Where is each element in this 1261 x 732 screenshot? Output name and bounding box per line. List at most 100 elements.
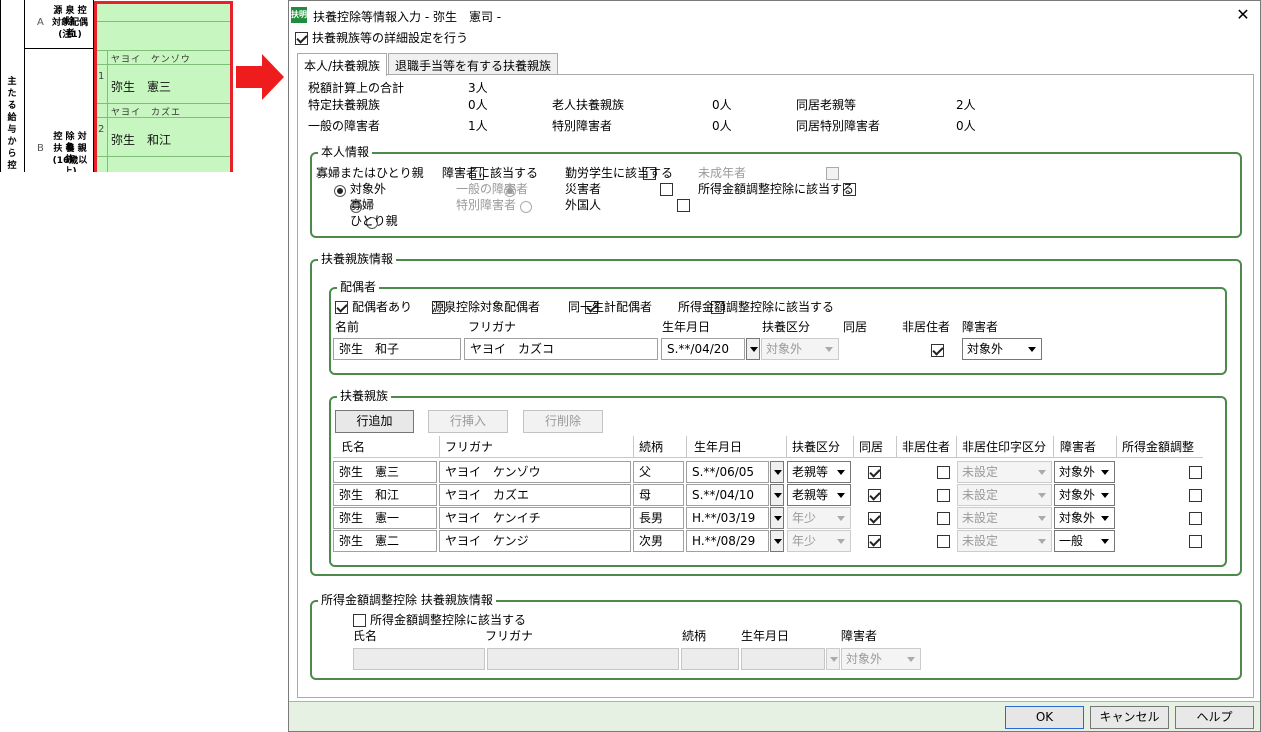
widow-radio-none[interactable] [334,184,346,197]
summary-value: 0人 [712,119,732,133]
dep-kubun-select[interactable]: 年少 [787,530,851,552]
dep-kubun-select[interactable]: 年少 [787,507,851,529]
tab-honnin-fuyo[interactable]: 本人/扶養親族 [297,53,387,76]
dep-rel-input[interactable]: 父 [633,461,684,483]
dep-hikyojuu-checkbox[interactable] [936,466,950,479]
spouse-doukyo-checkbox[interactable] [931,344,945,357]
help-button[interactable]: ヘルプ [1175,706,1254,729]
dep-rel-input[interactable]: 長男 [633,507,684,529]
spouse-shougai-select[interactable]: 対象外 [962,338,1042,360]
income-adj-checkbox-label: 所得金額調整控除に該当する [370,613,527,627]
dep-shougai-select[interactable]: 対象外 [1054,507,1115,529]
detail-settings-checkbox[interactable] [295,32,308,45]
add-row-button[interactable]: 行追加 [335,410,414,433]
spouse-name-input[interactable]: 弥生 和子 [333,338,461,360]
income-adj-rel-input[interactable] [681,648,739,670]
dep-dob-input[interactable]: S.**/04/10 [686,484,769,506]
income-adj-name-input[interactable] [353,648,485,670]
dep-kana-input[interactable]: ヤヨイ ケンゾウ [439,461,631,483]
spouse-kana-input[interactable]: ヤヨイ カズコ [464,338,658,360]
income-adj-kana-input[interactable] [487,648,679,670]
dep-name-input[interactable]: 弥生 憲一 [333,507,437,529]
dep-hikyojuu-checkbox[interactable] [936,535,950,548]
disabled-option-label: 特別障害者 [456,198,517,212]
dep-name-input[interactable]: 弥生 憲二 [333,530,437,552]
dep-print-select[interactable]: 未設定 [957,507,1052,529]
dep-dob-dropdown-button[interactable] [770,484,784,506]
form-entry-kana: ヤヨイ カズエ [111,108,182,118]
spouse-exists-checkbox[interactable] [335,301,348,314]
title-bar[interactable]: 扶明 扶養控除等情報入力 - 弥生 憲司 - ✕ [289,1,1260,29]
income-adj-header-shougai: 障害者 [841,629,878,643]
student-label: 勤労学生に該当する [565,166,674,180]
spouse-flag-label: 同一生計配偶者 [568,300,653,314]
dep-doukyo-checkbox[interactable] [868,466,881,479]
dep-dob-dropdown-button[interactable] [770,461,784,483]
dep-rel-input[interactable]: 母 [633,484,684,506]
income-adj-dob-dropdown-button[interactable] [826,648,840,670]
dep-adj-checkbox[interactable] [1188,512,1202,525]
dep-doukyo-checkbox[interactable] [868,512,881,525]
foreigner-checkbox[interactable] [676,199,690,212]
dep-name-input[interactable]: 弥生 憲三 [333,461,437,483]
table-row: 弥生 憲三 ヤヨイ ケンゾウ 父 S.**/06/05 老親等 未設定 対象外 [333,461,1203,483]
dep-doukyo-checkbox[interactable] [868,489,881,502]
dep-print-select[interactable]: 未設定 [957,461,1052,483]
dep-kana-input[interactable]: ヤヨイ ケンイチ [439,507,631,529]
dep-kubun-select[interactable]: 老親等 [787,461,851,483]
dep-dob-input[interactable]: H.**/03/19 [686,507,769,529]
ok-button[interactable]: OK [1005,706,1084,729]
dep-name-input[interactable]: 弥生 和江 [333,484,437,506]
spouse-dob-dropdown-button[interactable] [746,338,760,360]
spouse-header-doukyo: 同居 [843,320,868,334]
dep-shougai-select[interactable]: 対象外 [1054,484,1115,506]
app-icon: 扶明 [291,7,307,23]
dep-rel-input[interactable]: 次男 [633,530,684,552]
dep-adj-checkbox[interactable] [1188,535,1202,548]
dep-print-select[interactable]: 未設定 [957,484,1052,506]
dep-dob-dropdown-button[interactable] [770,530,784,552]
dep-dob-input[interactable]: H.**/08/29 [686,530,769,552]
dep-dob-dropdown-button[interactable] [770,507,784,529]
dep-doukyo-checkbox[interactable] [868,535,881,548]
income-adj-header-kana: フリガナ [485,629,534,643]
cancel-button[interactable]: キャンセル [1090,706,1169,729]
highlighted-form-area: 1 ヤヨイ ケンゾウ 弥生 憲三 2 ヤヨイ カズエ 弥生 和江 [94,1,233,172]
insert-row-button[interactable]: 行挿入 [428,410,508,433]
spouse-dob-input[interactable]: S.**/04/20 [661,338,745,360]
dep-shougai-select[interactable]: 一般 [1054,530,1115,552]
close-icon[interactable]: ✕ [1232,4,1254,26]
dep-adj-checkbox[interactable] [1188,489,1202,502]
foreigner-label: 外国人 [565,198,602,212]
table-row: 弥生 憲一 ヤヨイ ケンイチ 長男 H.**/03/19 年少 未設定 対象外 [333,507,1203,529]
minor-checkbox[interactable] [826,167,840,180]
dep-kana-input[interactable]: ヤヨイ ケンジ [439,530,631,552]
widow-option-label: ひとり親 [350,214,398,228]
spouse-kubun-select[interactable]: 対象外 [761,338,839,360]
fuyo-info-group: 扶養親族情報 配偶者 配偶者あり 源泉控除対象配偶者 同一生計配偶者 所得金額調… [310,252,1242,576]
disabled-radio-special[interactable] [520,200,533,213]
income-adj-self-label: 所得金額調整控除に該当する [698,182,855,196]
summary-value: 1人 [468,119,488,133]
dep-dob-input[interactable]: S.**/06/05 [686,461,769,483]
dep-hikyojuu-checkbox[interactable] [936,512,950,525]
income-adj-checkbox[interactable] [353,614,366,627]
summary-label: 特別障害者 [552,119,613,133]
summary-label: 同居特別障害者 [796,119,881,133]
disaster-label: 災害者 [565,182,602,196]
tab-retirement-dependents[interactable]: 退職手当等を有する扶養親族 [388,53,558,75]
dependents-group: 扶養親族 行追加 行挿入 行削除 氏名 フリガナ 続柄 生年月日 扶養区分 同居… [329,389,1227,567]
form-entry-number: 2 [98,124,105,135]
dep-kana-input[interactable]: ヤヨイ カズエ [439,484,631,506]
spouse-group: 配偶者 配偶者あり 源泉控除対象配偶者 同一生計配偶者 所得金額調整控除に該当す… [329,280,1227,375]
dep-hikyojuu-checkbox[interactable] [936,489,950,502]
dep-shougai-select[interactable]: 対象外 [1054,461,1115,483]
dep-kubun-select[interactable]: 老親等 [787,484,851,506]
income-adj-dob-input[interactable] [741,648,825,670]
income-adj-shougai-select[interactable]: 対象外 [841,648,921,670]
dep-print-select[interactable]: 未設定 [957,530,1052,552]
dep-adj-checkbox[interactable] [1188,466,1202,479]
minor-label: 未成年者 [698,166,747,180]
delete-row-button[interactable]: 行削除 [523,410,603,433]
disaster-checkbox[interactable] [659,183,673,196]
